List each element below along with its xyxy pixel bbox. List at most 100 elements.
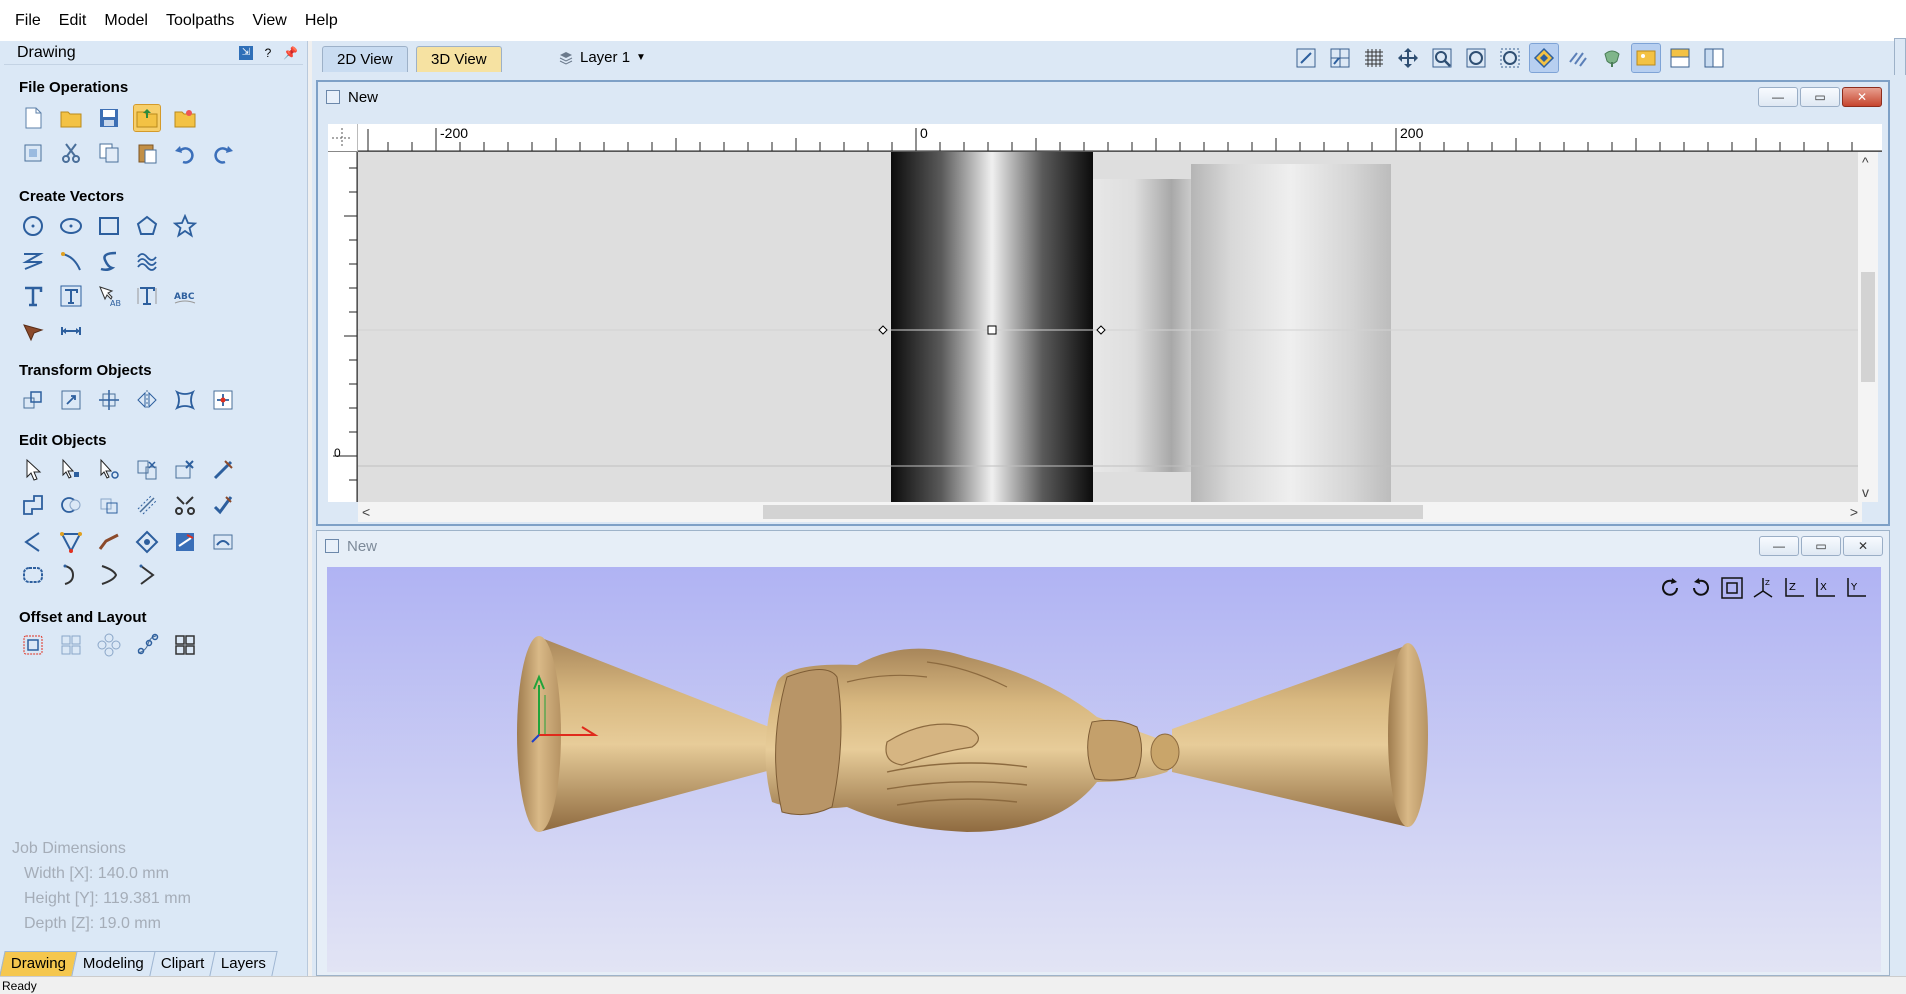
minimize-button[interactable]: — xyxy=(1758,87,1798,107)
select-pointer-icon[interactable] xyxy=(20,457,46,483)
intersect-icon[interactable] xyxy=(96,492,122,518)
zoom-box-icon[interactable] xyxy=(1428,44,1456,72)
draw-circle-icon[interactable] xyxy=(20,213,46,239)
snap-icon[interactable] xyxy=(1292,44,1320,72)
fillet-icon[interactable] xyxy=(210,457,236,483)
zoom-selection-icon[interactable] xyxy=(1496,44,1524,72)
show-toolpaths-icon[interactable] xyxy=(1564,44,1592,72)
rotate-shape-icon[interactable] xyxy=(134,529,160,555)
redo-icon[interactable] xyxy=(210,140,236,166)
drawing-canvas[interactable] xyxy=(358,152,1862,502)
zoom-extents-icon[interactable] xyxy=(1462,44,1490,72)
dock-icon[interactable]: ⇲ xyxy=(239,45,253,60)
draw-polygon-icon[interactable] xyxy=(134,213,160,239)
undo-icon[interactable] xyxy=(172,140,198,166)
text-icon[interactable] xyxy=(20,283,46,309)
menu-model[interactable]: Model xyxy=(95,0,157,41)
scroll-left-icon[interactable]: < xyxy=(362,502,370,522)
bitmap-trace-icon[interactable] xyxy=(210,529,236,555)
ruler-corner[interactable] xyxy=(328,124,358,152)
snap-grid-icon[interactable] xyxy=(1326,44,1354,72)
maximize-button[interactable]: ▭ xyxy=(1801,536,1841,556)
close-vector-icon[interactable] xyxy=(210,492,236,518)
menu-toolpaths[interactable]: Toolpaths xyxy=(157,0,244,41)
close-button[interactable]: ✕ xyxy=(1843,536,1883,556)
3d-viewport[interactable]: Z Z X Y xyxy=(327,567,1881,972)
menu-view[interactable]: View xyxy=(243,0,295,41)
copy-along-vector-icon[interactable] xyxy=(134,632,160,658)
interactive-trim-icon[interactable] xyxy=(134,457,160,483)
curve-fit-icon[interactable] xyxy=(20,529,46,555)
subtract-icon[interactable] xyxy=(58,492,84,518)
menu-file[interactable]: File xyxy=(6,0,50,41)
smart-smooth-icon[interactable] xyxy=(58,529,84,555)
align-icon[interactable] xyxy=(96,387,122,413)
tab-layers[interactable]: Layers xyxy=(209,951,278,976)
draw-rectangle-icon[interactable] xyxy=(96,213,122,239)
line-segment-icon[interactable] xyxy=(96,529,122,555)
set-position-icon[interactable] xyxy=(210,387,236,413)
transform-mode-icon[interactable] xyxy=(96,457,122,483)
new-file-icon[interactable] xyxy=(20,105,46,131)
cut-icon[interactable] xyxy=(58,140,84,166)
text-arc-icon[interactable] xyxy=(134,283,160,309)
show-model-icon[interactable] xyxy=(1598,44,1626,72)
tab-2d-view[interactable]: 2D View xyxy=(322,46,408,72)
vertical-scroll-thumb[interactable] xyxy=(1861,272,1875,382)
spline-icon[interactable] xyxy=(96,248,122,274)
scroll-up-icon[interactable]: ^ xyxy=(1862,152,1869,172)
show-bitmap-icon[interactable] xyxy=(1631,43,1661,73)
draw-pointer-icon[interactable] xyxy=(20,318,46,344)
open-file-icon[interactable] xyxy=(58,105,84,131)
draw-star-icon[interactable] xyxy=(172,213,198,239)
tab-modeling[interactable]: Modeling xyxy=(71,951,156,976)
menu-help[interactable]: Help xyxy=(296,0,347,41)
chevron-anchor-icon[interactable] xyxy=(134,562,160,588)
vertical-scrollbar[interactable]: ^ v xyxy=(1858,152,1878,502)
minimize-button[interactable]: — xyxy=(1759,536,1799,556)
scroll-down-icon[interactable]: v xyxy=(1862,482,1869,502)
job-setup-icon[interactable] xyxy=(20,140,46,166)
tile-view-icon[interactable] xyxy=(1700,44,1728,72)
mirror-icon[interactable] xyxy=(134,387,160,413)
join-vectors-icon[interactable] xyxy=(172,492,198,518)
offset-vectors-icon[interactable] xyxy=(20,632,46,658)
nesting-icon[interactable] xyxy=(172,632,198,658)
maximize-button[interactable]: ▭ xyxy=(1800,87,1840,107)
horizontal-scrollbar[interactable]: < > xyxy=(358,502,1862,522)
fit-curves-icon[interactable] xyxy=(134,248,160,274)
nest-shape-icon[interactable] xyxy=(20,562,46,588)
import-bitmap-icon[interactable] xyxy=(172,105,198,131)
draw-ellipse-icon[interactable] xyxy=(58,213,84,239)
tab-drawing[interactable]: Drawing xyxy=(0,951,78,976)
bracket-left-icon[interactable] xyxy=(58,562,84,588)
pan-icon[interactable] xyxy=(1394,44,1422,72)
pin-icon[interactable]: 📌 xyxy=(283,46,298,60)
import-vectors-icon[interactable] xyxy=(133,104,161,132)
horizontal-scroll-thumb[interactable] xyxy=(763,505,1423,519)
tab-3d-view[interactable]: 3D View xyxy=(416,46,502,72)
auto-layout-text-icon[interactable] xyxy=(58,283,84,309)
node-edit-icon[interactable] xyxy=(58,457,84,483)
weld-icon[interactable] xyxy=(20,492,46,518)
close-button[interactable]: ✕ xyxy=(1842,87,1882,107)
help-button[interactable]: ? xyxy=(261,46,275,60)
menu-edit[interactable]: Edit xyxy=(50,0,96,41)
abc-text-icon[interactable]: ABC xyxy=(172,283,198,309)
paste-icon[interactable] xyxy=(134,140,160,166)
layer-selector[interactable]: Layer 1 ▼ xyxy=(558,49,646,66)
array-copy-icon[interactable] xyxy=(58,632,84,658)
grid-icon[interactable] xyxy=(1360,44,1388,72)
save-file-icon[interactable] xyxy=(96,105,122,131)
polyline-icon[interactable] xyxy=(20,248,46,274)
offset-shape-icon[interactable] xyxy=(134,492,160,518)
trim-scissor-icon[interactable] xyxy=(172,457,198,483)
move-icon[interactable] xyxy=(20,387,46,413)
circular-copy-icon[interactable] xyxy=(96,632,122,658)
split-view-icon[interactable] xyxy=(1666,44,1694,72)
scale-icon[interactable] xyxy=(58,387,84,413)
dimension-icon[interactable] xyxy=(58,318,84,344)
curve-icon[interactable] xyxy=(58,248,84,274)
measure-icon[interactable] xyxy=(172,529,198,555)
scroll-right-icon[interactable]: > xyxy=(1850,502,1858,522)
